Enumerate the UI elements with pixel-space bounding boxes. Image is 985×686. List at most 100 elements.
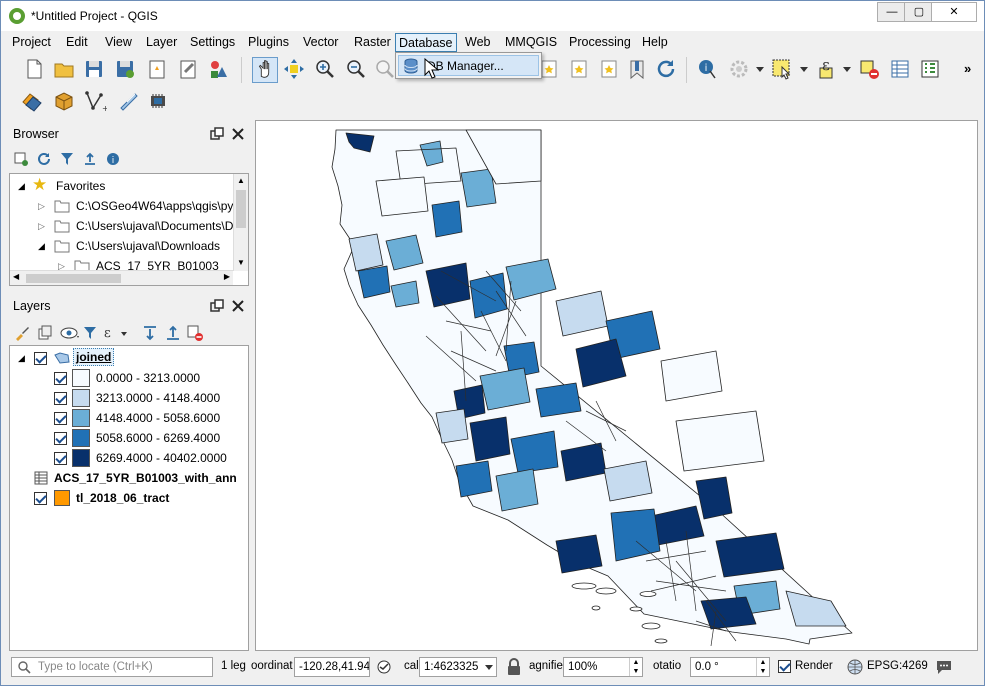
menu-vector[interactable]: Vector xyxy=(300,33,341,52)
locator-search-input[interactable]: Type to locate (Ctrl+K) xyxy=(11,657,213,677)
zoom-out-icon[interactable] xyxy=(345,58,367,80)
chevron-down-icon[interactable] xyxy=(756,67,764,73)
new-geopackage-icon[interactable] xyxy=(53,90,75,112)
refresh-icon[interactable] xyxy=(655,58,677,80)
layer-visibility-checkbox[interactable] xyxy=(34,492,47,505)
menu-web[interactable]: Web xyxy=(462,33,493,52)
menu-view[interactable]: View xyxy=(102,33,135,52)
menu-mmqgis[interactable]: MMQGIS xyxy=(502,33,560,52)
toggle-extents-mouse-icon[interactable] xyxy=(375,658,393,676)
close-panel-icon[interactable] xyxy=(231,299,245,313)
menu-help[interactable]: Help xyxy=(639,33,671,52)
expand-all-icon[interactable] xyxy=(142,325,158,341)
layer-name: ACS_17_5YR_B01003_with_ann xyxy=(54,471,237,485)
properties-icon[interactable]: i xyxy=(106,152,120,166)
class-checkbox[interactable] xyxy=(54,392,67,405)
style-brush-icon[interactable] xyxy=(14,325,30,341)
python-console-icon[interactable] xyxy=(117,90,139,112)
coordinate-field[interactable]: -120.28,41.94 xyxy=(294,657,370,677)
bookmarks-manager-icon[interactable] xyxy=(598,58,620,80)
close-window-button[interactable]: ✕ xyxy=(931,2,977,22)
collapse-all-icon[interactable] xyxy=(83,152,97,166)
data-source-manager-icon[interactable] xyxy=(21,90,43,112)
plugin-chip-icon[interactable] xyxy=(147,90,169,112)
bookmark-icon[interactable] xyxy=(626,58,648,80)
show-bookmarks-icon[interactable] xyxy=(568,58,590,80)
minimize-button[interactable]: — xyxy=(877,2,907,22)
pan-map-icon[interactable] xyxy=(252,57,278,83)
menu-raster[interactable]: Raster xyxy=(351,33,394,52)
class-checkbox[interactable] xyxy=(54,452,67,465)
class-checkbox[interactable] xyxy=(54,372,67,385)
refresh-icon[interactable] xyxy=(37,152,51,166)
menu-layer[interactable]: Layer xyxy=(143,33,180,52)
browser-vertical-scrollbar[interactable]: ▲ ▼ xyxy=(233,174,248,271)
save-project-icon[interactable] xyxy=(83,58,105,80)
save-as-icon[interactable] xyxy=(114,58,136,80)
filter-legend-icon[interactable] xyxy=(83,325,97,341)
scrollbar-thumb[interactable] xyxy=(26,274,121,283)
add-group-icon[interactable] xyxy=(37,325,53,341)
layer-joined[interactable]: ◢ joined xyxy=(10,348,248,368)
magnifier-spin-arrows[interactable]: ▲ ▼ xyxy=(629,658,642,676)
collapse-all-icon[interactable] xyxy=(165,325,181,341)
render-label: Render xyxy=(795,660,833,672)
visibility-eye-icon[interactable] xyxy=(60,326,80,340)
menu-project[interactable]: Project xyxy=(9,33,54,52)
db-manager-menu-item[interactable]: DB Manager... xyxy=(398,55,539,76)
digitize-vertex-icon[interactable]: + xyxy=(85,90,107,112)
style-manager-icon[interactable] xyxy=(208,58,230,80)
deselect-all-icon[interactable] xyxy=(858,58,880,80)
tree-item-documents[interactable]: ▷ C:\Users\ujaval\Documents\D xyxy=(38,216,234,236)
layer-visibility-checkbox[interactable] xyxy=(34,352,47,365)
layout-manager-icon[interactable] xyxy=(177,58,199,80)
tree-item-osgeo[interactable]: ▷ C:\OSGeo4W64\apps\qgis\py xyxy=(38,196,234,216)
new-print-layout-icon[interactable] xyxy=(146,58,168,80)
menu-plugins[interactable]: Plugins xyxy=(245,33,292,52)
close-panel-icon[interactable] xyxy=(231,127,245,141)
attribute-table-icon[interactable] xyxy=(889,58,911,80)
statistics-icon[interactable] xyxy=(919,58,941,80)
menu-edit[interactable]: Edit xyxy=(63,33,91,52)
select-features-icon[interactable] xyxy=(771,58,793,80)
maximize-button[interactable]: ▢ xyxy=(904,2,934,22)
zoom-rubberband-icon[interactable] xyxy=(374,58,396,80)
menu-database[interactable]: Database xyxy=(395,33,457,52)
menu-settings[interactable]: Settings xyxy=(187,33,238,52)
chevron-down-icon[interactable] xyxy=(485,665,493,671)
crs-label[interactable]: EPSG:4269 xyxy=(867,660,928,672)
scrollbar-thumb[interactable] xyxy=(236,190,246,228)
add-selected-layers-icon[interactable] xyxy=(14,152,28,166)
class-swatch xyxy=(72,429,90,447)
float-panel-icon[interactable] xyxy=(210,299,224,313)
new-project-icon[interactable] xyxy=(23,58,45,80)
class-checkbox[interactable] xyxy=(54,432,67,445)
browser-horizontal-scrollbar[interactable]: ◀ ▶ xyxy=(10,270,233,285)
float-panel-icon[interactable] xyxy=(210,127,224,141)
remove-layer-icon[interactable] xyxy=(187,325,203,341)
toolbar-data-source: + xyxy=(1,87,984,117)
run-feature-action-icon[interactable] xyxy=(728,58,750,80)
map-canvas[interactable] xyxy=(255,120,978,651)
class-checkbox[interactable] xyxy=(54,412,67,425)
open-project-icon[interactable] xyxy=(53,58,75,80)
filter-by-expression-icon[interactable]: ε xyxy=(104,324,128,342)
pan-to-selection-icon[interactable] xyxy=(283,58,305,80)
mouse-cursor-icon xyxy=(424,58,440,79)
messages-icon[interactable] xyxy=(935,658,953,676)
globe-crs-icon[interactable] xyxy=(847,659,863,675)
filter-icon[interactable] xyxy=(60,152,74,166)
rotation-spin-arrows[interactable]: ▲ ▼ xyxy=(756,658,769,676)
chevron-down-icon[interactable] xyxy=(843,67,851,73)
identify-features-icon[interactable]: i xyxy=(696,58,718,80)
class-swatch xyxy=(72,409,90,427)
render-checkbox[interactable] xyxy=(778,660,791,673)
menu-processing[interactable]: Processing xyxy=(566,33,634,52)
select-by-expression-icon[interactable]: ε xyxy=(814,58,836,80)
status-bar: Type to locate (Ctrl+K) 1 leg oordinat -… xyxy=(1,653,984,685)
lock-scale-icon[interactable] xyxy=(507,658,521,676)
chevron-down-icon[interactable] xyxy=(800,67,808,73)
toolbar-overflow-icon[interactable]: » xyxy=(964,61,971,76)
zoom-in-icon[interactable] xyxy=(314,58,336,80)
tree-item-downloads[interactable]: ◢ C:\Users\ujaval\Downloads xyxy=(38,236,234,256)
